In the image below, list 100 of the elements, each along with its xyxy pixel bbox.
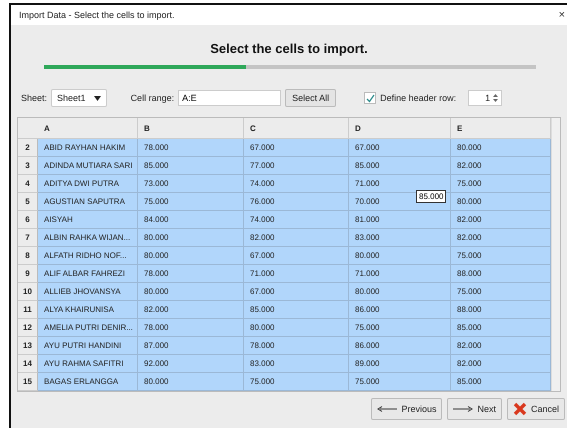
range-label: Cell range:: [130, 93, 174, 103]
table-cell: 71.000: [349, 265, 451, 283]
table-cell: 78.000: [138, 319, 244, 337]
table-cell: ADITYA DWI PUTRA: [38, 175, 138, 193]
row-number: 5: [18, 193, 38, 211]
table-cell: ALLIEB JHOVANSYA: [38, 283, 138, 301]
table-cell: AISYAH: [38, 211, 138, 229]
table-cell: 83.000: [244, 355, 349, 373]
header-row-label: Define header row:: [380, 93, 456, 103]
header-row-spinner[interactable]: 1: [468, 90, 502, 106]
row-number: 14: [18, 355, 38, 373]
table-cell: 85.000: [244, 301, 349, 319]
close-icon: [512, 402, 527, 416]
row-number: 4: [18, 175, 38, 193]
table-cell: ALFATH RIDHO NOF...: [38, 247, 138, 265]
table-cell: 75.000: [451, 247, 551, 265]
table-cell: 80.000: [349, 283, 451, 301]
table-cell: 83.000: [349, 229, 451, 247]
table-cell: 82.000: [451, 229, 551, 247]
table-cell: BAGAS ERLANGGA: [38, 373, 138, 391]
table-cell: 77.000: [244, 157, 349, 175]
table-cell: 85.000: [451, 319, 551, 337]
table-cell: 80.000: [138, 283, 244, 301]
spinner-arrows-icon: [493, 93, 498, 103]
table-cell: 84.000: [138, 211, 244, 229]
table-cell: 89.000: [349, 355, 451, 373]
table-cell: 78.000: [138, 139, 244, 157]
row-number: 9: [18, 265, 38, 283]
previous-button[interactable]: Previous: [371, 398, 442, 420]
header-checkbox[interactable]: [364, 92, 376, 104]
table-cell: 85.000: [138, 157, 244, 175]
table-cell: 80.000: [451, 139, 551, 157]
row-number: 11: [18, 301, 38, 319]
table-cell: 78.000: [138, 265, 244, 283]
column-header[interactable]: E: [451, 118, 551, 139]
table-cell: 78.000: [244, 337, 349, 355]
table-cell: 88.000: [451, 301, 551, 319]
row-number: 12: [18, 319, 38, 337]
window-title: Import Data - Select the cells to import.: [19, 10, 175, 20]
table-cell: 86.000: [349, 337, 451, 355]
table-cell: 82.000: [451, 211, 551, 229]
column-header[interactable]: B: [138, 118, 244, 139]
table-cell: 82.000: [451, 337, 551, 355]
table-cell: 82.000: [451, 157, 551, 175]
row-number: 13: [18, 337, 38, 355]
row-number: 7: [18, 229, 38, 247]
table-cell: 74.000: [244, 211, 349, 229]
table-cell: 67.000: [349, 139, 451, 157]
table-cell: 75.000: [451, 283, 551, 301]
table-cell: 67.000: [244, 247, 349, 265]
cell-tooltip: 85.000: [416, 190, 446, 203]
table-cell: 80.000: [138, 247, 244, 265]
table-cell: 86.000: [349, 301, 451, 319]
table-cell: 75.000: [349, 319, 451, 337]
table-cell: AYU RAHMA SAFITRI: [38, 355, 138, 373]
close-button[interactable]: ×: [558, 9, 565, 21]
table-cell: 80.000: [451, 193, 551, 211]
table-cell: ALIF ALBAR FAHREZI: [38, 265, 138, 283]
table-cell: 67.000: [244, 283, 349, 301]
table-cell: ADINDA MUTIARA SARI: [38, 157, 138, 175]
row-number: 3: [18, 157, 38, 175]
cancel-button[interactable]: Cancel: [506, 398, 565, 420]
table-cell: 75.000: [244, 373, 349, 391]
table-cell: 87.000: [138, 337, 244, 355]
table-cell: ALYA KHAIRUNISA: [38, 301, 138, 319]
select-all-button[interactable]: Select All: [285, 89, 336, 107]
table-cell: 75.000: [138, 193, 244, 211]
table-cell: 74.000: [244, 175, 349, 193]
table-cell: AGUSTIAN SAPUTRA: [38, 193, 138, 211]
table-cell: 85.000: [349, 157, 451, 175]
table-cell: 92.000: [138, 355, 244, 373]
table-cell: 81.000: [349, 211, 451, 229]
row-number: 15: [18, 373, 38, 391]
table-cell: ALBIN RAHKA WIJAN...: [38, 229, 138, 247]
column-header[interactable]: C: [244, 118, 349, 139]
table-cell: 76.000: [244, 193, 349, 211]
row-number: 2: [18, 139, 38, 157]
corner-header: [18, 118, 38, 139]
table-cell: 80.000: [244, 319, 349, 337]
table-cell: 88.000: [451, 265, 551, 283]
row-number: 8: [18, 247, 38, 265]
table-cell: 71.000: [244, 265, 349, 283]
table-cell: 80.000: [349, 247, 451, 265]
column-header[interactable]: A: [38, 118, 138, 139]
left-arrow-icon: [377, 406, 398, 412]
next-button[interactable]: Next: [447, 398, 502, 420]
table-cell: AYU PUTRI HANDINI: [38, 337, 138, 355]
table-cell: 82.000: [451, 355, 551, 373]
table-cell: 75.000: [349, 373, 451, 391]
table-cell: 80.000: [138, 373, 244, 391]
column-header[interactable]: D: [349, 118, 451, 139]
table-cell: ABID RAYHAN HAKIM: [38, 139, 138, 157]
caret-icon: [94, 96, 101, 100]
sheet-dropdown[interactable]: Sheet1: [51, 89, 107, 107]
table-cell: 67.000: [244, 139, 349, 157]
scrollbar[interactable]: [551, 118, 560, 391]
table-cell: 82.000: [138, 301, 244, 319]
sheet-label: Sheet:: [21, 93, 48, 103]
table-cell: 73.000: [138, 175, 244, 193]
range-field[interactable]: A:E: [178, 90, 282, 106]
